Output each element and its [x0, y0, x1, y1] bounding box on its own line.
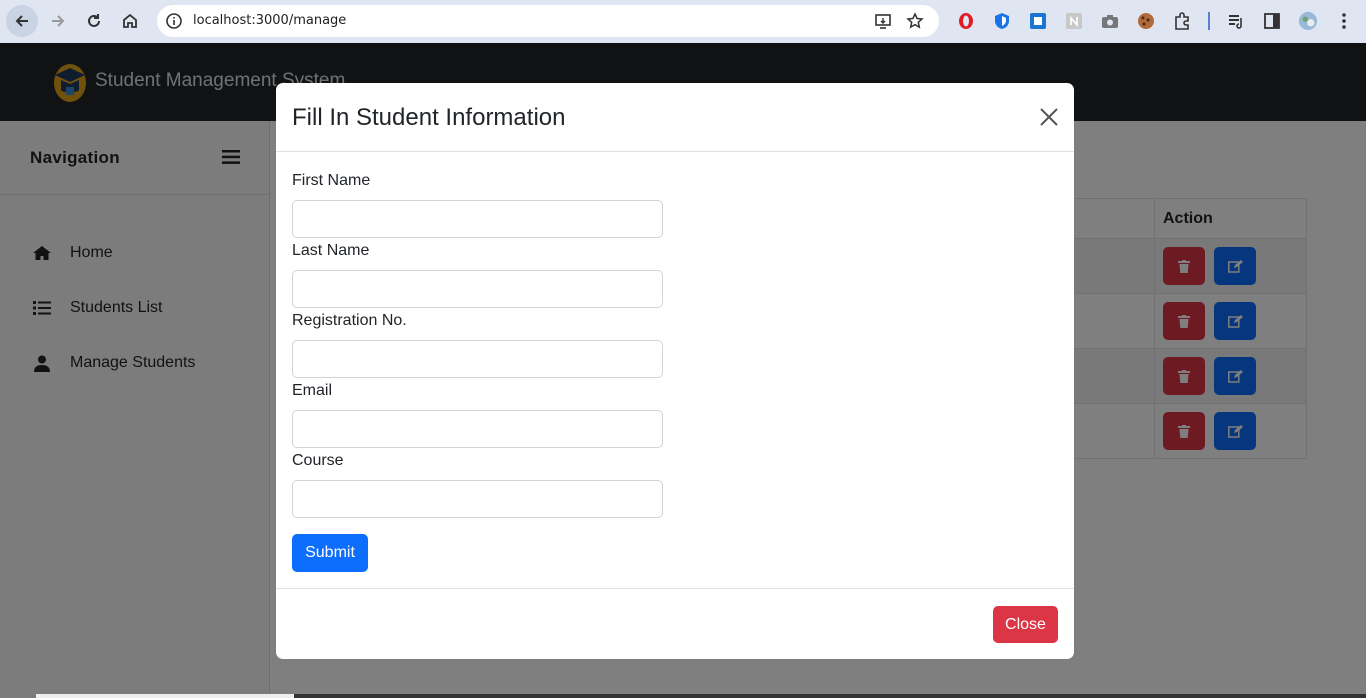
site-info-icon[interactable]	[165, 12, 183, 30]
shield-extension-icon[interactable]	[992, 11, 1012, 31]
screenshot-extension-icon[interactable]	[1028, 11, 1048, 31]
browser-toolbar: localhost:3000/manage	[0, 0, 1366, 43]
reload-icon	[88, 14, 100, 27]
registration-no-field[interactable]	[292, 340, 663, 378]
modal-title: Fill In Student Information	[292, 104, 566, 131]
first-name-label: First Name	[292, 172, 371, 189]
back-icon	[15, 15, 28, 27]
toolbar-separator	[1208, 12, 1210, 30]
forward-button[interactable]	[42, 5, 74, 37]
email-label: Email	[292, 382, 333, 399]
reading-list-icon[interactable]	[1226, 11, 1246, 31]
student-info-modal: Fill In Student Information First Name L…	[276, 83, 1074, 659]
url-text[interactable]: localhost:3000/manage	[193, 13, 346, 28]
home-icon	[123, 13, 137, 28]
page-bottom-strip	[36, 694, 294, 698]
forward-icon	[52, 15, 65, 27]
page-bottom-bar	[294, 694, 1366, 698]
email-field[interactable]	[292, 410, 663, 448]
profile-avatar[interactable]	[1298, 11, 1318, 31]
registration-no-label: Registration No.	[292, 312, 407, 329]
modal-footer-divider	[276, 588, 1074, 589]
home-button[interactable]	[114, 5, 146, 37]
close-button[interactable]: Close	[993, 606, 1058, 643]
submit-button[interactable]: Submit	[292, 534, 368, 572]
camera-extension-icon[interactable]	[1100, 11, 1120, 31]
first-name-field[interactable]	[292, 200, 663, 238]
opera-extension-icon[interactable]	[956, 11, 976, 31]
side-panel-icon[interactable]	[1262, 11, 1282, 31]
last-name-field[interactable]	[292, 270, 663, 308]
last-name-label: Last Name	[292, 242, 370, 259]
course-label: Course	[292, 452, 344, 469]
modal-header: Fill In Student Information	[276, 83, 1074, 152]
address-bar[interactable]: localhost:3000/manage	[157, 5, 939, 37]
reload-button[interactable]	[78, 5, 110, 37]
puzzle-extensions-icon[interactable]	[1172, 11, 1192, 31]
course-field[interactable]	[292, 480, 663, 518]
cookie-extension-icon[interactable]	[1136, 11, 1156, 31]
install-app-icon[interactable]	[874, 12, 892, 30]
close-icon[interactable]	[1039, 107, 1059, 127]
bookmark-star-icon[interactable]	[906, 12, 924, 30]
back-button[interactable]	[6, 5, 38, 37]
extension-icon[interactable]	[1064, 11, 1084, 31]
menu-dots-icon[interactable]	[1334, 11, 1354, 31]
